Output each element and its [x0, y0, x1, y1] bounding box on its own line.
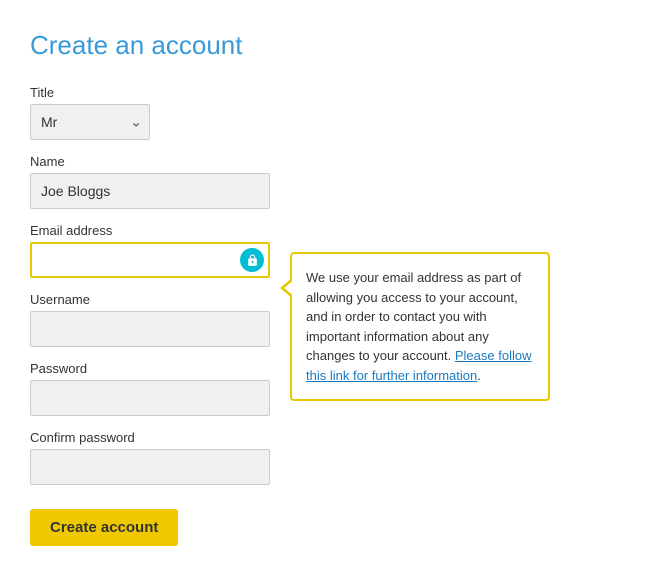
- confirm-password-input[interactable]: [30, 449, 270, 485]
- page-title: Create an account: [30, 30, 616, 61]
- email-tooltip: We use your email address as part of all…: [290, 252, 550, 401]
- title-label: Title: [30, 85, 616, 100]
- confirm-password-label: Confirm password: [30, 430, 616, 445]
- name-label: Name: [30, 154, 616, 169]
- tooltip-link-suffix: .: [477, 368, 481, 383]
- password-input[interactable]: [30, 380, 270, 416]
- title-select-wrapper: Mr Mrs Ms Miss Dr ⌄: [30, 104, 150, 140]
- create-account-button[interactable]: Create account: [30, 509, 178, 546]
- lock-icon[interactable]: [240, 248, 264, 272]
- email-label: Email address: [30, 223, 616, 238]
- title-select[interactable]: Mr Mrs Ms Miss Dr: [30, 104, 150, 140]
- email-wrapper: [30, 242, 270, 278]
- name-input[interactable]: [30, 173, 270, 209]
- confirm-password-field-group: Confirm password: [30, 430, 616, 485]
- username-input[interactable]: [30, 311, 270, 347]
- title-field-group: Title Mr Mrs Ms Miss Dr ⌄: [30, 85, 616, 140]
- name-field-group: Name: [30, 154, 616, 209]
- email-input[interactable]: [30, 242, 270, 278]
